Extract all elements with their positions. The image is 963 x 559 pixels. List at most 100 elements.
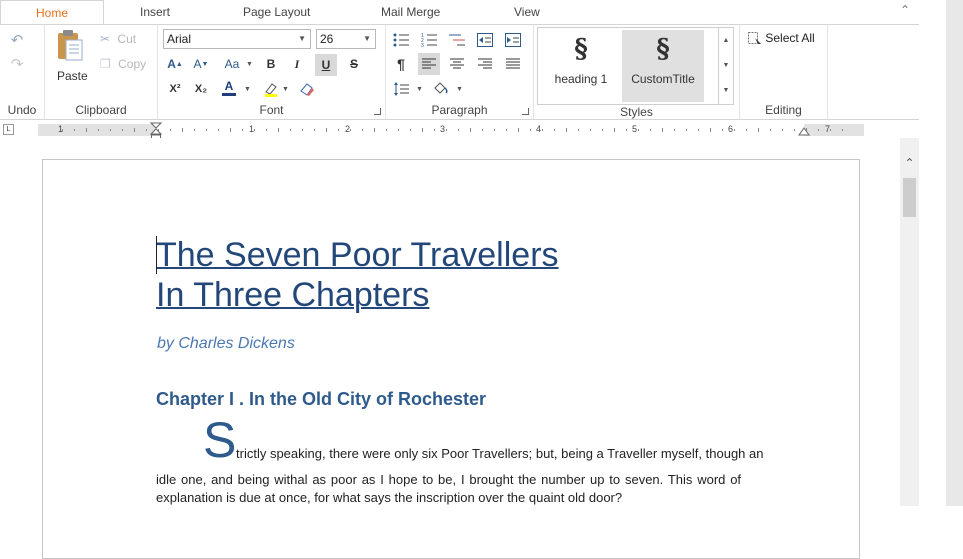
- paint-bucket-icon: [434, 82, 448, 94]
- chevron-down-icon[interactable]: ▼: [416, 86, 423, 93]
- tab-home[interactable]: Home: [0, 0, 104, 25]
- ruler-tick: [650, 129, 651, 131]
- chevron-down-icon[interactable]: ▼: [246, 61, 253, 68]
- font-size-select[interactable]: 26 ▼: [316, 29, 376, 49]
- styles-label: Styles: [620, 105, 653, 119]
- ruler-tick: [278, 128, 279, 132]
- chevron-down-icon[interactable]: ▼: [282, 86, 289, 93]
- ruler-tick: [86, 128, 87, 132]
- align-left-button[interactable]: [418, 53, 440, 75]
- document-author[interactable]: by Charles Dickens: [157, 335, 295, 353]
- ruler-tick: [494, 129, 495, 131]
- style-customtitle[interactable]: § CustomTitle: [622, 30, 704, 102]
- right-indent-marker-icon[interactable]: [798, 127, 810, 137]
- font-dialog-launcher-icon[interactable]: [374, 108, 381, 115]
- chevron-up-icon[interactable]: ▲: [719, 28, 733, 53]
- cut-button[interactable]: ✂ Cut: [100, 32, 136, 46]
- editing-label: Editing: [765, 103, 802, 117]
- paste-label: Paste: [57, 69, 88, 83]
- font-group: Arial ▼ 26 ▼ A ▲ A ▼ Aa ▼ B I U S X² X₂ A ▼ …: [158, 25, 386, 119]
- shrink-font-button[interactable]: A ▼: [192, 55, 210, 73]
- clear-formatting-button[interactable]: [298, 80, 316, 98]
- scrollbar-thumb[interactable]: [903, 178, 916, 217]
- more-styles-icon[interactable]: ▼: [719, 78, 733, 103]
- ruler-tick: [770, 129, 771, 131]
- select-all-button[interactable]: Select All: [748, 31, 815, 46]
- redo-icon[interactable]: ↷: [8, 55, 26, 73]
- strikethrough-button[interactable]: S: [345, 55, 363, 73]
- scissors-icon: ✂: [100, 32, 111, 46]
- superscript-button[interactable]: X²: [166, 80, 184, 98]
- numbering-icon[interactable]: 123: [420, 31, 438, 49]
- tab-stop-selector[interactable]: L: [3, 124, 14, 135]
- window-scrollbar[interactable]: [946, 0, 963, 506]
- chevron-up-icon[interactable]: ⌃: [900, 156, 919, 170]
- font-color-swatch: [222, 92, 236, 96]
- tab-page-layout[interactable]: Page Layout: [243, 5, 310, 19]
- align-right-button[interactable]: [476, 55, 494, 73]
- justify-button[interactable]: [504, 55, 522, 73]
- tab-view[interactable]: View: [514, 5, 540, 19]
- ruler-number: 2: [345, 124, 351, 134]
- ruler-tick: [470, 128, 471, 132]
- ruler-tick: [686, 129, 687, 131]
- ruler-number: 5: [632, 124, 638, 134]
- ruler-tick: [434, 129, 435, 131]
- ruler-tick: [698, 129, 699, 131]
- tab-mail-merge[interactable]: Mail Merge: [381, 5, 440, 19]
- paragraph-dialog-launcher-icon[interactable]: [522, 108, 529, 115]
- grow-font-button[interactable]: A ▲: [166, 55, 184, 73]
- subscript-button[interactable]: X₂: [192, 80, 210, 98]
- chevron-down-icon[interactable]: ▼: [456, 86, 463, 93]
- style-heading-1[interactable]: § heading 1: [540, 30, 622, 102]
- shading-button[interactable]: [432, 80, 450, 98]
- change-case-button[interactable]: Aa: [220, 55, 244, 73]
- horizontal-ruler[interactable]: 1 1 2 3 4 5 6 7: [38, 122, 864, 141]
- tab-insert[interactable]: Insert: [140, 5, 170, 19]
- line-spacing-button[interactable]: [392, 80, 410, 98]
- decrease-indent-icon[interactable]: [476, 31, 494, 49]
- ruler-tick: [170, 129, 171, 131]
- chevron-down-icon[interactable]: ▼: [244, 86, 251, 93]
- ruler-tick: [350, 129, 351, 131]
- chapter-heading[interactable]: Chapter I . In the Old City of Rochester: [156, 389, 486, 410]
- document-title-line-2[interactable]: In Three Chapters: [156, 276, 429, 315]
- ruler-tick: [146, 129, 147, 131]
- font-color-button[interactable]: A: [220, 78, 238, 96]
- increase-indent-icon[interactable]: [504, 31, 522, 49]
- paragraph-group: 123 ¶ ▼ ▼ Paragraph: [386, 25, 534, 119]
- ruler-tick: [134, 128, 135, 132]
- ruler-tick: [590, 129, 591, 131]
- underline-button[interactable]: U: [315, 54, 337, 76]
- align-center-icon: [450, 58, 464, 69]
- ruler-tick: [398, 129, 399, 131]
- chevron-down-icon[interactable]: ▼: [719, 53, 733, 78]
- paragraph-line-2[interactable]: idle one, and being withal as poor as I …: [156, 472, 741, 487]
- align-center-button[interactable]: [448, 55, 466, 73]
- paragraph-line-1[interactable]: trictly speaking, there were only six Po…: [236, 446, 763, 461]
- chevron-up-icon[interactable]: ⌃: [900, 3, 910, 17]
- paste-button[interactable]: Paste: [55, 29, 88, 83]
- ruler-tick: [722, 129, 723, 131]
- show-formatting-button[interactable]: ¶: [392, 55, 410, 73]
- ruler-tick: [122, 129, 123, 131]
- ruler-tick: [758, 128, 759, 132]
- paragraph-line-3[interactable]: explanation is due at once, for what say…: [156, 490, 622, 505]
- undo-icon[interactable]: ↶: [8, 31, 26, 49]
- font-family-select[interactable]: Arial ▼: [163, 29, 311, 49]
- bullets-icon[interactable]: [392, 31, 410, 49]
- ruler-tick: [362, 129, 363, 131]
- undo-group: ↶ ↷ Undo: [0, 25, 45, 119]
- copy-button[interactable]: ❐ Copy: [100, 57, 146, 71]
- highlight-button[interactable]: [262, 80, 280, 98]
- ruler-tick: [710, 128, 711, 132]
- vertical-scrollbar[interactable]: ⌃: [900, 138, 919, 506]
- cut-label: Cut: [117, 32, 137, 46]
- italic-button[interactable]: I: [288, 55, 306, 73]
- multilevel-list-icon[interactable]: [448, 31, 466, 49]
- document-title-line-1[interactable]: The Seven Poor Travellers: [156, 236, 559, 275]
- ruler-tick: [242, 129, 243, 131]
- ruler-tick: [542, 129, 543, 131]
- bold-button[interactable]: B: [262, 55, 280, 73]
- drop-cap[interactable]: S: [203, 412, 236, 468]
